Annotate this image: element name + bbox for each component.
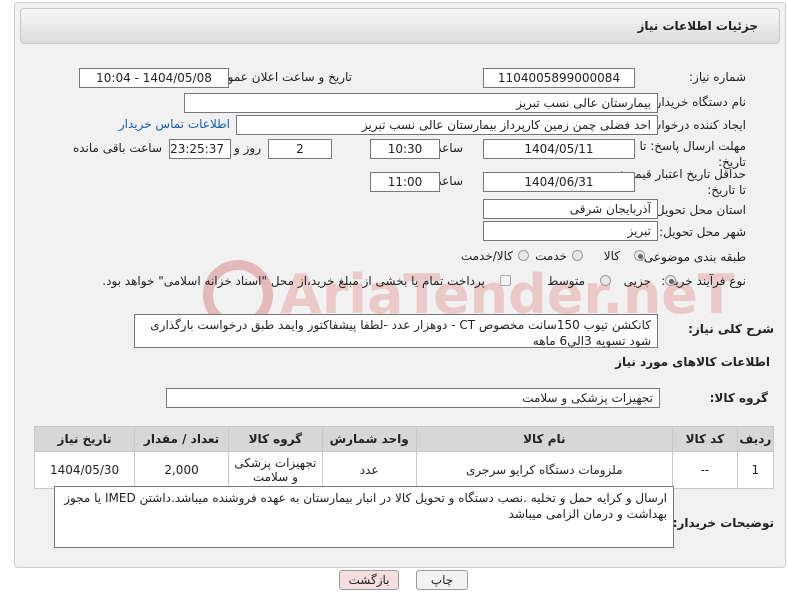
city-field: تبریز <box>483 221 658 241</box>
table-row: 1 -- ملزومات دستگاه کرایو سرجری عدد تجهی… <box>33 451 775 489</box>
category-option-service: خدمت <box>535 249 567 263</box>
col-unit-header: واحد شمارش <box>321 426 417 452</box>
print-button[interactable]: چاپ <box>416 570 468 590</box>
goods-group-label: گروه کالا: <box>709 391 768 405</box>
need-number-label: شماره نیاز: <box>689 70 746 84</box>
buyer-notes-label: توضیحات خریدار: <box>672 516 774 530</box>
category-radio-goods[interactable] <box>634 250 645 261</box>
contact-info-link[interactable]: اطلاعات تماس خریدار <box>119 117 230 131</box>
validity-date-field: 1404/06/31 <box>483 172 635 192</box>
col-name-header: نام کالا <box>415 426 674 452</box>
validity-time-field: 11:00 <box>370 172 440 192</box>
need-summary-label: شرح کلی نیاز: <box>688 322 774 336</box>
col-row-header: ردیف <box>736 426 775 452</box>
announce-datetime-field: 1404/05/08 - 10:04 <box>79 68 229 88</box>
treasury-payment-checkbox[interactable] <box>500 275 511 286</box>
category-radio-goods-service[interactable] <box>518 250 529 261</box>
need-summary-field: کانکشن تیوب 150سانت مخصوص CT - دوهزار عد… <box>134 314 658 348</box>
creator-field: احد فضلی چمن زمین کارپرداز بیمارستان عال… <box>236 115 658 135</box>
category-label: طبقه بندی موضوعی: <box>639 250 746 264</box>
remaining-label: ساعت باقی مانده <box>72 141 162 155</box>
city-label: شهر محل تحویل: <box>659 225 746 239</box>
province-label: استان محل تحویل: <box>651 203 746 217</box>
col-code-header: کد کالا <box>672 426 738 452</box>
cell-date: 1404/05/30 <box>33 451 136 489</box>
category-option-goods: کالا <box>603 249 620 263</box>
col-group-header: گروه کالا <box>227 426 323 452</box>
col-qty-header: تعداد / مقدار <box>134 426 229 452</box>
goods-section-title: اطلاعات کالاهای مورد نیاز <box>615 355 770 369</box>
col-date-header: تاریخ نیاز <box>33 426 136 452</box>
category-option-goods-service: کالا/خدمت <box>460 249 513 263</box>
cell-unit: عدد <box>321 451 417 489</box>
reply-time-field: 10:30 <box>370 139 440 159</box>
reply-date-field: 1404/05/11 <box>483 139 635 159</box>
buyer-notes-field: ارسال و کرایه حمل و تخلیه .نصب دستگاه و … <box>54 486 674 548</box>
need-number-field: 1104005899000084 <box>483 68 635 88</box>
items-table: ردیف کد کالا نام کالا واحد شمارش گروه کا… <box>33 426 775 489</box>
cell-row: 1 <box>736 451 775 489</box>
process-radio-minor[interactable] <box>665 275 676 286</box>
process-option-medium: متوسط <box>547 274 585 288</box>
process-radio-medium[interactable] <box>600 275 611 286</box>
cell-name: ملزومات دستگاه کرایو سرجری <box>415 451 674 489</box>
buyer-org-label: نام دستگاه خریدار: <box>651 95 747 109</box>
page-title: جزئیات اطلاعات نیاز <box>637 19 758 33</box>
table-header-row: ردیف کد کالا نام کالا واحد شمارش گروه کا… <box>33 426 775 452</box>
cell-code: -- <box>672 451 738 489</box>
payment-note: پرداخت تمام یا بخشی از مبلغ خرید،از محل … <box>102 274 485 288</box>
goods-group-field: تجهیزات پزشکی و سلامت <box>166 388 660 408</box>
process-option-minor: جزیی <box>623 274 651 288</box>
category-radio-service[interactable] <box>572 250 583 261</box>
remaining-time-field: 23:25:37 <box>169 139 231 159</box>
province-field: آذربایجان شرقی <box>483 199 658 219</box>
price-validity-label: حداقل تاریخ اعتبار قیمت: تا تاریخ: <box>619 167 746 197</box>
cell-qty: 2,000 <box>134 451 229 489</box>
days-label: روز و <box>234 141 261 155</box>
back-button[interactable]: بازگشت <box>339 570 399 590</box>
days-remaining-field: 2 <box>268 139 332 159</box>
buyer-org-field: بیمارستان عالی نسب تبریز <box>184 93 658 113</box>
cell-group: تجهیزات پزشکی و سلامت <box>227 451 323 489</box>
